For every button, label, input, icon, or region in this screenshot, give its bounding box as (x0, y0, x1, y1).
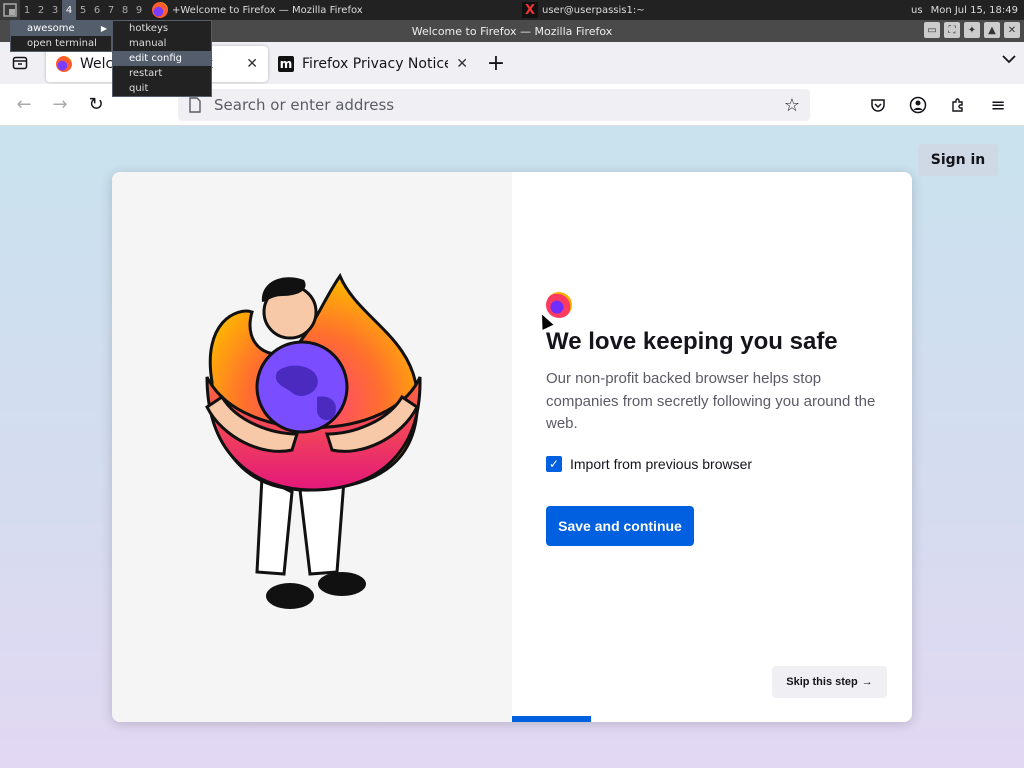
page-content: Sign in We love keeping you safe Our non… (0, 126, 1024, 768)
tag-7[interactable]: 7 (104, 0, 118, 20)
list-all-tabs-chevron-down-icon[interactable] (1002, 52, 1016, 68)
import-checkbox[interactable]: ✓ (546, 456, 562, 472)
new-tab-button[interactable]: + (478, 45, 514, 81)
save-and-continue-button[interactable]: Save and continue (546, 506, 694, 546)
url-input-placeholder[interactable]: Search or enter address (214, 96, 394, 114)
firefox-icon (152, 2, 168, 18)
floating-toggle-icon[interactable]: ▭ (924, 22, 940, 38)
skip-step-button[interactable]: Skip this step → (772, 666, 887, 698)
tag-3[interactable]: 3 (48, 0, 62, 20)
arrow-right-icon: → (861, 676, 873, 688)
account-icon[interactable] (900, 87, 936, 123)
tasklist: +Welcome to Firefox — Mozilla Firefox X … (146, 0, 911, 20)
extensions-puzzle-icon[interactable] (940, 87, 976, 123)
forward-arrow-icon[interactable]: → (42, 87, 78, 123)
awesome-launcher-icon[interactable] (0, 0, 20, 20)
sticky-icon[interactable]: ✦ (964, 22, 980, 38)
content-panel: We love keeping you safe Our non-profit … (512, 172, 912, 722)
reload-icon[interactable]: ↻ (78, 87, 114, 123)
menu-item-open-terminal[interactable]: open terminal (11, 36, 111, 51)
toolbar-right-buttons: ≡ (860, 87, 1016, 123)
close-tab-icon[interactable]: ✕ (246, 56, 258, 72)
menu-item-awesome[interactable]: awesome ▶ (11, 21, 111, 36)
awesome-main-menu: awesome ▶ open terminal (10, 20, 112, 52)
menu-item-awesome-label: awesome (27, 23, 75, 34)
back-arrow-icon[interactable]: ← (6, 87, 42, 123)
task-terminal[interactable]: X user@userpassis1:~ (516, 0, 736, 20)
page-description: Our non-profit backed browser helps stop… (546, 370, 876, 432)
hamburger-menu-icon[interactable]: ≡ (980, 87, 1016, 123)
page-title: We love keeping you safe (546, 328, 838, 355)
onboarding-card: We love keeping you safe Our non-profit … (112, 172, 912, 722)
tab-privacy-notice-label: Firefox Privacy Notice — Mozilla (302, 56, 449, 72)
import-checkbox-label[interactable]: Import from previous browser (570, 456, 752, 472)
tag-1[interactable]: 1 (20, 0, 34, 20)
xterm-icon: X (522, 2, 538, 18)
tag-2[interactable]: 2 (34, 0, 48, 20)
sign-in-button[interactable]: Sign in (918, 144, 998, 176)
menu-item-restart[interactable]: restart (113, 66, 211, 81)
person-hugging-globe-illustration (205, 272, 422, 609)
menu-item-manual[interactable]: manual (113, 36, 211, 51)
awesome-submenu: hotkeys manual edit config restart quit (112, 20, 212, 97)
window-buttons: ▭ ⛶ ✦ ▲ ✕ (924, 22, 1020, 38)
window-title: Welcome to Firefox — Mozilla Firefox (411, 24, 613, 38)
maximize-icon[interactable]: ⛶ (944, 22, 960, 38)
wm-top-bar: 1 2 3 4 5 6 7 8 9 +Welcome to Firefox — … (0, 0, 1024, 20)
task-firefox-title: +Welcome to Firefox — Mozilla Firefox (172, 4, 363, 16)
menu-item-edit-config[interactable]: edit config (113, 51, 211, 66)
close-window-icon[interactable]: ✕ (1004, 22, 1020, 38)
task-terminal-title: user@userpassis1:~ (542, 4, 645, 16)
close-tab-icon[interactable]: ✕ (456, 56, 468, 72)
import-checkbox-row[interactable]: ✓ Import from previous browser (546, 456, 752, 472)
task-firefox[interactable]: +Welcome to Firefox — Mozilla Firefox (146, 0, 516, 20)
illustration-panel (112, 172, 512, 722)
tab-privacy-notice[interactable]: m Firefox Privacy Notice — Mozilla ✕ (268, 46, 478, 82)
keyboard-layout[interactable]: us (911, 5, 923, 16)
firefox-logo-icon (546, 292, 572, 318)
page-icon (189, 97, 201, 113)
wibar-right: us Mon Jul 15, 18:49 (911, 5, 1024, 16)
tag-6[interactable]: 6 (90, 0, 104, 20)
tag-9[interactable]: 9 (132, 0, 146, 20)
tag-8[interactable]: 8 (118, 0, 132, 20)
onboarding-progress-bar (512, 716, 591, 722)
menu-item-quit[interactable]: quit (113, 81, 211, 96)
tag-4[interactable]: 4 (62, 0, 76, 20)
pocket-icon[interactable] (860, 87, 896, 123)
bookmark-star-icon[interactable]: ☆ (784, 95, 800, 116)
menu-item-hotkeys[interactable]: hotkeys (113, 21, 211, 36)
mozilla-favicon-icon: m (278, 56, 294, 72)
firefox-view-icon (12, 56, 28, 70)
clock: Mon Jul 15, 18:49 (930, 4, 1018, 16)
url-bar[interactable]: Search or enter address ☆ (178, 89, 810, 121)
ontop-icon[interactable]: ▲ (984, 22, 1000, 38)
tag-5[interactable]: 5 (76, 0, 90, 20)
skip-step-label: Skip this step (786, 676, 858, 688)
submenu-arrow-icon: ▶ (100, 24, 107, 33)
firefox-favicon-icon (56, 56, 72, 72)
